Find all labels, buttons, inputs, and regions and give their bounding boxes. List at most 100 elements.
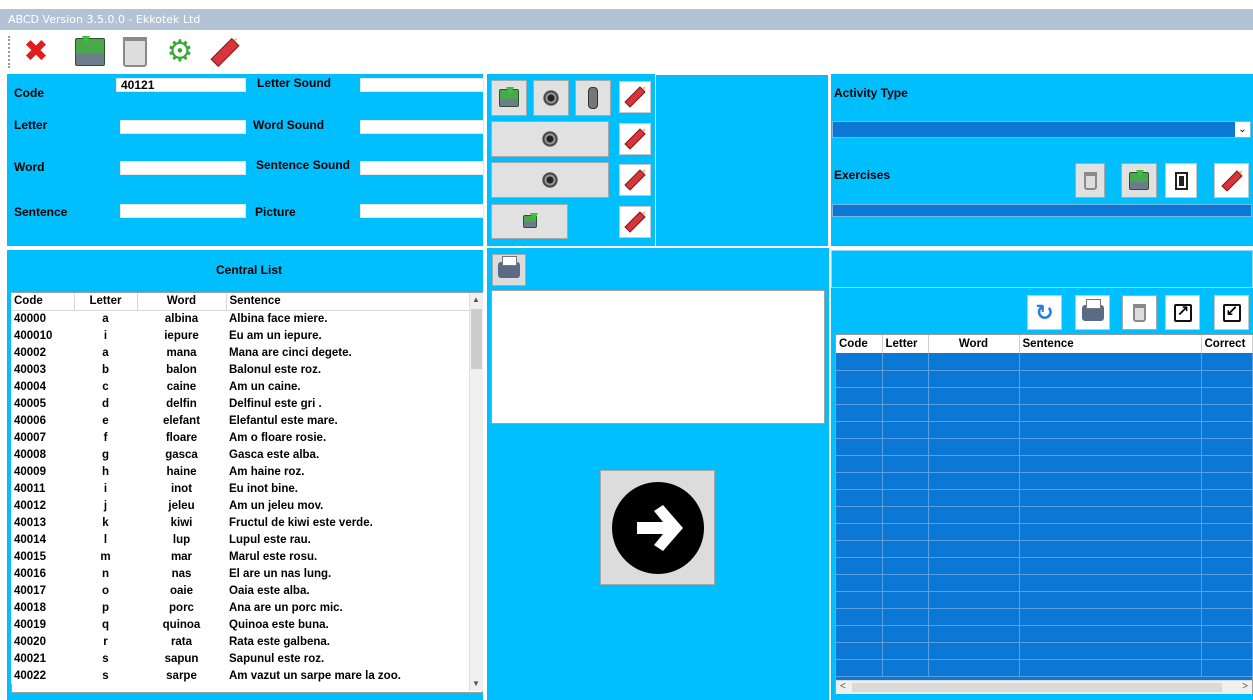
play-letter-sound-button[interactable] xyxy=(533,80,569,116)
exercise-column-letter[interactable]: Letter xyxy=(882,335,929,353)
exercise-cell[interactable] xyxy=(1201,574,1253,592)
word-sound-field[interactable] xyxy=(360,120,484,134)
exercise-cell[interactable] xyxy=(882,438,929,456)
column-header-word[interactable]: Word xyxy=(137,293,227,311)
load-letter-sound-button[interactable] xyxy=(491,80,527,116)
import-button[interactable] xyxy=(1214,295,1249,330)
exercise-cell[interactable] xyxy=(882,659,929,677)
exercise-cell[interactable] xyxy=(928,404,1020,422)
scroll-thumb[interactable] xyxy=(471,309,482,369)
exercise-cell[interactable] xyxy=(882,591,929,609)
exercise-cell[interactable] xyxy=(928,659,1020,677)
exercise-cell[interactable] xyxy=(836,455,883,473)
clear-picture-button[interactable] xyxy=(619,206,651,238)
exercise-cell[interactable] xyxy=(1019,540,1202,558)
exercise-row[interactable] xyxy=(836,506,1253,524)
exercise-row[interactable] xyxy=(836,625,1253,643)
scroll-right-arrow-icon[interactable]: > xyxy=(1242,681,1248,692)
exercise-row[interactable] xyxy=(836,557,1253,575)
table-row[interactable]: 40016 n nas El are un nas lung. xyxy=(11,565,469,582)
exercise-cell[interactable] xyxy=(882,387,929,405)
selected-items-box[interactable] xyxy=(491,290,825,424)
sentence-sound-field[interactable] xyxy=(360,161,484,175)
exercise-cell[interactable] xyxy=(1019,353,1202,371)
exercise-row[interactable] xyxy=(836,472,1253,490)
activity-type-select[interactable]: ⌄ xyxy=(832,121,1251,138)
exercise-row[interactable] xyxy=(836,642,1253,660)
exercise-cell[interactable] xyxy=(1019,557,1202,575)
exercise-row[interactable] xyxy=(836,489,1253,507)
exercises-select[interactable] xyxy=(832,204,1252,217)
exercise-row[interactable] xyxy=(836,404,1253,422)
exercise-cell[interactable] xyxy=(1019,387,1202,405)
exercise-cell[interactable] xyxy=(1201,642,1253,660)
exercise-cell[interactable] xyxy=(836,404,883,422)
table-row[interactable]: 40007 f floare Am o floare rosie. xyxy=(11,429,469,446)
exercise-cell[interactable] xyxy=(882,506,929,524)
exercise-cell[interactable] xyxy=(928,370,1020,388)
exercise-cell[interactable] xyxy=(836,591,883,609)
export-button[interactable] xyxy=(1165,295,1200,330)
table-row[interactable]: 40015 m mar Marul este rosu. xyxy=(11,548,469,565)
play-sentence-sound-button[interactable] xyxy=(491,162,609,198)
table-row[interactable]: 40020 r rata Rata este galbena. xyxy=(11,633,469,650)
exercise-cell[interactable] xyxy=(928,472,1020,490)
exercise-cell[interactable] xyxy=(882,489,929,507)
exercise-cell[interactable] xyxy=(882,642,929,660)
exercise-cell[interactable] xyxy=(882,557,929,575)
exercise-cell[interactable] xyxy=(836,642,883,660)
exercise-cell[interactable] xyxy=(836,523,883,541)
exercise-cell[interactable] xyxy=(1019,659,1202,677)
table-row[interactable]: 40012 j jeleu Am un jeleu mov. xyxy=(11,497,469,514)
exercise-cell[interactable] xyxy=(1201,591,1253,609)
exercise-cell[interactable] xyxy=(882,421,929,439)
scroll-down-arrow-icon[interactable]: ▼ xyxy=(472,679,480,688)
exercise-cell[interactable] xyxy=(1201,540,1253,558)
exercise-cell[interactable] xyxy=(928,438,1020,456)
exercise-cell[interactable] xyxy=(1019,591,1202,609)
table-row[interactable]: 40003 b balon Balonul este roz. xyxy=(11,361,469,378)
exercise-cell[interactable] xyxy=(836,489,883,507)
exercise-column-correct[interactable]: Correct xyxy=(1201,335,1253,353)
exercise-cell[interactable] xyxy=(1201,404,1253,422)
exercise-cell[interactable] xyxy=(882,404,929,422)
exercise-cell[interactable] xyxy=(928,489,1020,507)
exercise-cell[interactable] xyxy=(836,370,883,388)
exercise-cell[interactable] xyxy=(1201,523,1253,541)
exercise-cell[interactable] xyxy=(1201,353,1253,371)
exercise-row[interactable] xyxy=(836,523,1253,541)
table-row[interactable]: 40011 i inot Eu inot bine. xyxy=(11,480,469,497)
exercise-cell[interactable] xyxy=(928,421,1020,439)
exercise-cell[interactable] xyxy=(928,608,1020,626)
exercise-cell[interactable] xyxy=(928,625,1020,643)
exercise-cell[interactable] xyxy=(882,540,929,558)
record-letter-sound-button[interactable] xyxy=(575,80,611,116)
exercise-cell[interactable] xyxy=(1019,472,1202,490)
table-row[interactable]: 40000 a albina Albina face miere. xyxy=(11,310,469,327)
delete-exercise-button[interactable] xyxy=(1075,163,1105,198)
column-header-letter[interactable]: Letter xyxy=(74,293,138,311)
list-exercises-button[interactable] xyxy=(1165,163,1197,198)
central-list-scrollbar[interactable]: ▲ ▼ xyxy=(469,293,483,691)
clear-word-sound-button[interactable] xyxy=(619,123,651,155)
exercise-hscrollbar[interactable]: < > xyxy=(836,680,1252,694)
exercise-cell[interactable] xyxy=(928,557,1020,575)
exercise-cell[interactable] xyxy=(836,608,883,626)
exercise-cell[interactable] xyxy=(836,353,883,371)
exercise-row[interactable] xyxy=(836,438,1253,456)
exercise-cell[interactable] xyxy=(836,625,883,643)
exercise-cell[interactable] xyxy=(1201,608,1253,626)
hscroll-thumb[interactable] xyxy=(852,683,1222,692)
add-to-exercise-button[interactable] xyxy=(600,470,715,585)
exercise-cell[interactable] xyxy=(928,540,1020,558)
delete-button[interactable] xyxy=(117,34,153,70)
exercise-column-sentence[interactable]: Sentence xyxy=(1019,335,1202,353)
scroll-up-arrow-icon[interactable]: ▲ xyxy=(472,295,480,304)
column-header-sentence[interactable]: Sentence xyxy=(226,293,470,311)
exercise-cell[interactable] xyxy=(1201,421,1253,439)
table-row[interactable]: 40005 d delfin Delfinul este gri . xyxy=(11,395,469,412)
exercise-cell[interactable] xyxy=(928,523,1020,541)
exercise-cell[interactable] xyxy=(1201,472,1253,490)
close-button[interactable]: ✖ xyxy=(18,34,54,70)
clear-button[interactable] xyxy=(207,34,243,70)
